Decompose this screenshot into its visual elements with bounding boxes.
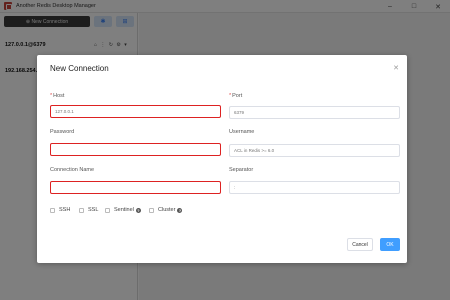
cancel-button[interactable]: Cancel — [347, 238, 373, 251]
required-mark: * — [229, 93, 232, 99]
help-icon[interactable]: ? — [177, 207, 183, 213]
close-icon[interactable]: ✕ — [393, 64, 399, 72]
ssh-checkbox[interactable]: SSH — [50, 207, 70, 213]
checkbox-box[interactable] — [79, 207, 84, 213]
cluster-checkbox[interactable]: Cluster? — [149, 207, 183, 213]
new-connection-dialog: New Connection ✕ *Host *Port Password Us… — [37, 55, 407, 263]
port-label: *Port — [229, 93, 242, 99]
ssh-label: SSH — [59, 207, 71, 213]
required-mark: * — [50, 93, 53, 99]
ssl-checkbox[interactable]: SSL — [79, 207, 98, 213]
dialog-title: New Connection — [50, 64, 109, 73]
host-label-text: Host — [53, 93, 65, 99]
sentinel-checkbox[interactable]: Sentinel? — [105, 207, 141, 213]
ok-button[interactable]: OK — [380, 238, 400, 251]
port-input[interactable] — [229, 106, 400, 119]
connection-name-label: Connection Name — [50, 167, 95, 173]
password-input[interactable] — [50, 143, 221, 156]
username-label: Username — [229, 129, 255, 135]
cluster-label: Cluster — [158, 207, 176, 213]
password-label: Password — [50, 129, 75, 135]
checkbox-box[interactable] — [149, 207, 154, 213]
ssl-label: SSL — [88, 207, 99, 213]
separator-label: Separator — [229, 167, 254, 173]
port-label-text: Port — [232, 93, 243, 99]
checkbox-box[interactable] — [105, 207, 110, 213]
connection-name-input[interactable] — [50, 181, 221, 194]
help-icon[interactable]: ? — [135, 207, 141, 213]
separator-input[interactable] — [229, 181, 400, 194]
host-input[interactable] — [50, 105, 221, 118]
host-label: *Host — [50, 93, 64, 99]
username-input[interactable] — [229, 144, 400, 157]
checkbox-box[interactable] — [50, 207, 55, 213]
sentinel-label: Sentinel — [114, 207, 134, 213]
